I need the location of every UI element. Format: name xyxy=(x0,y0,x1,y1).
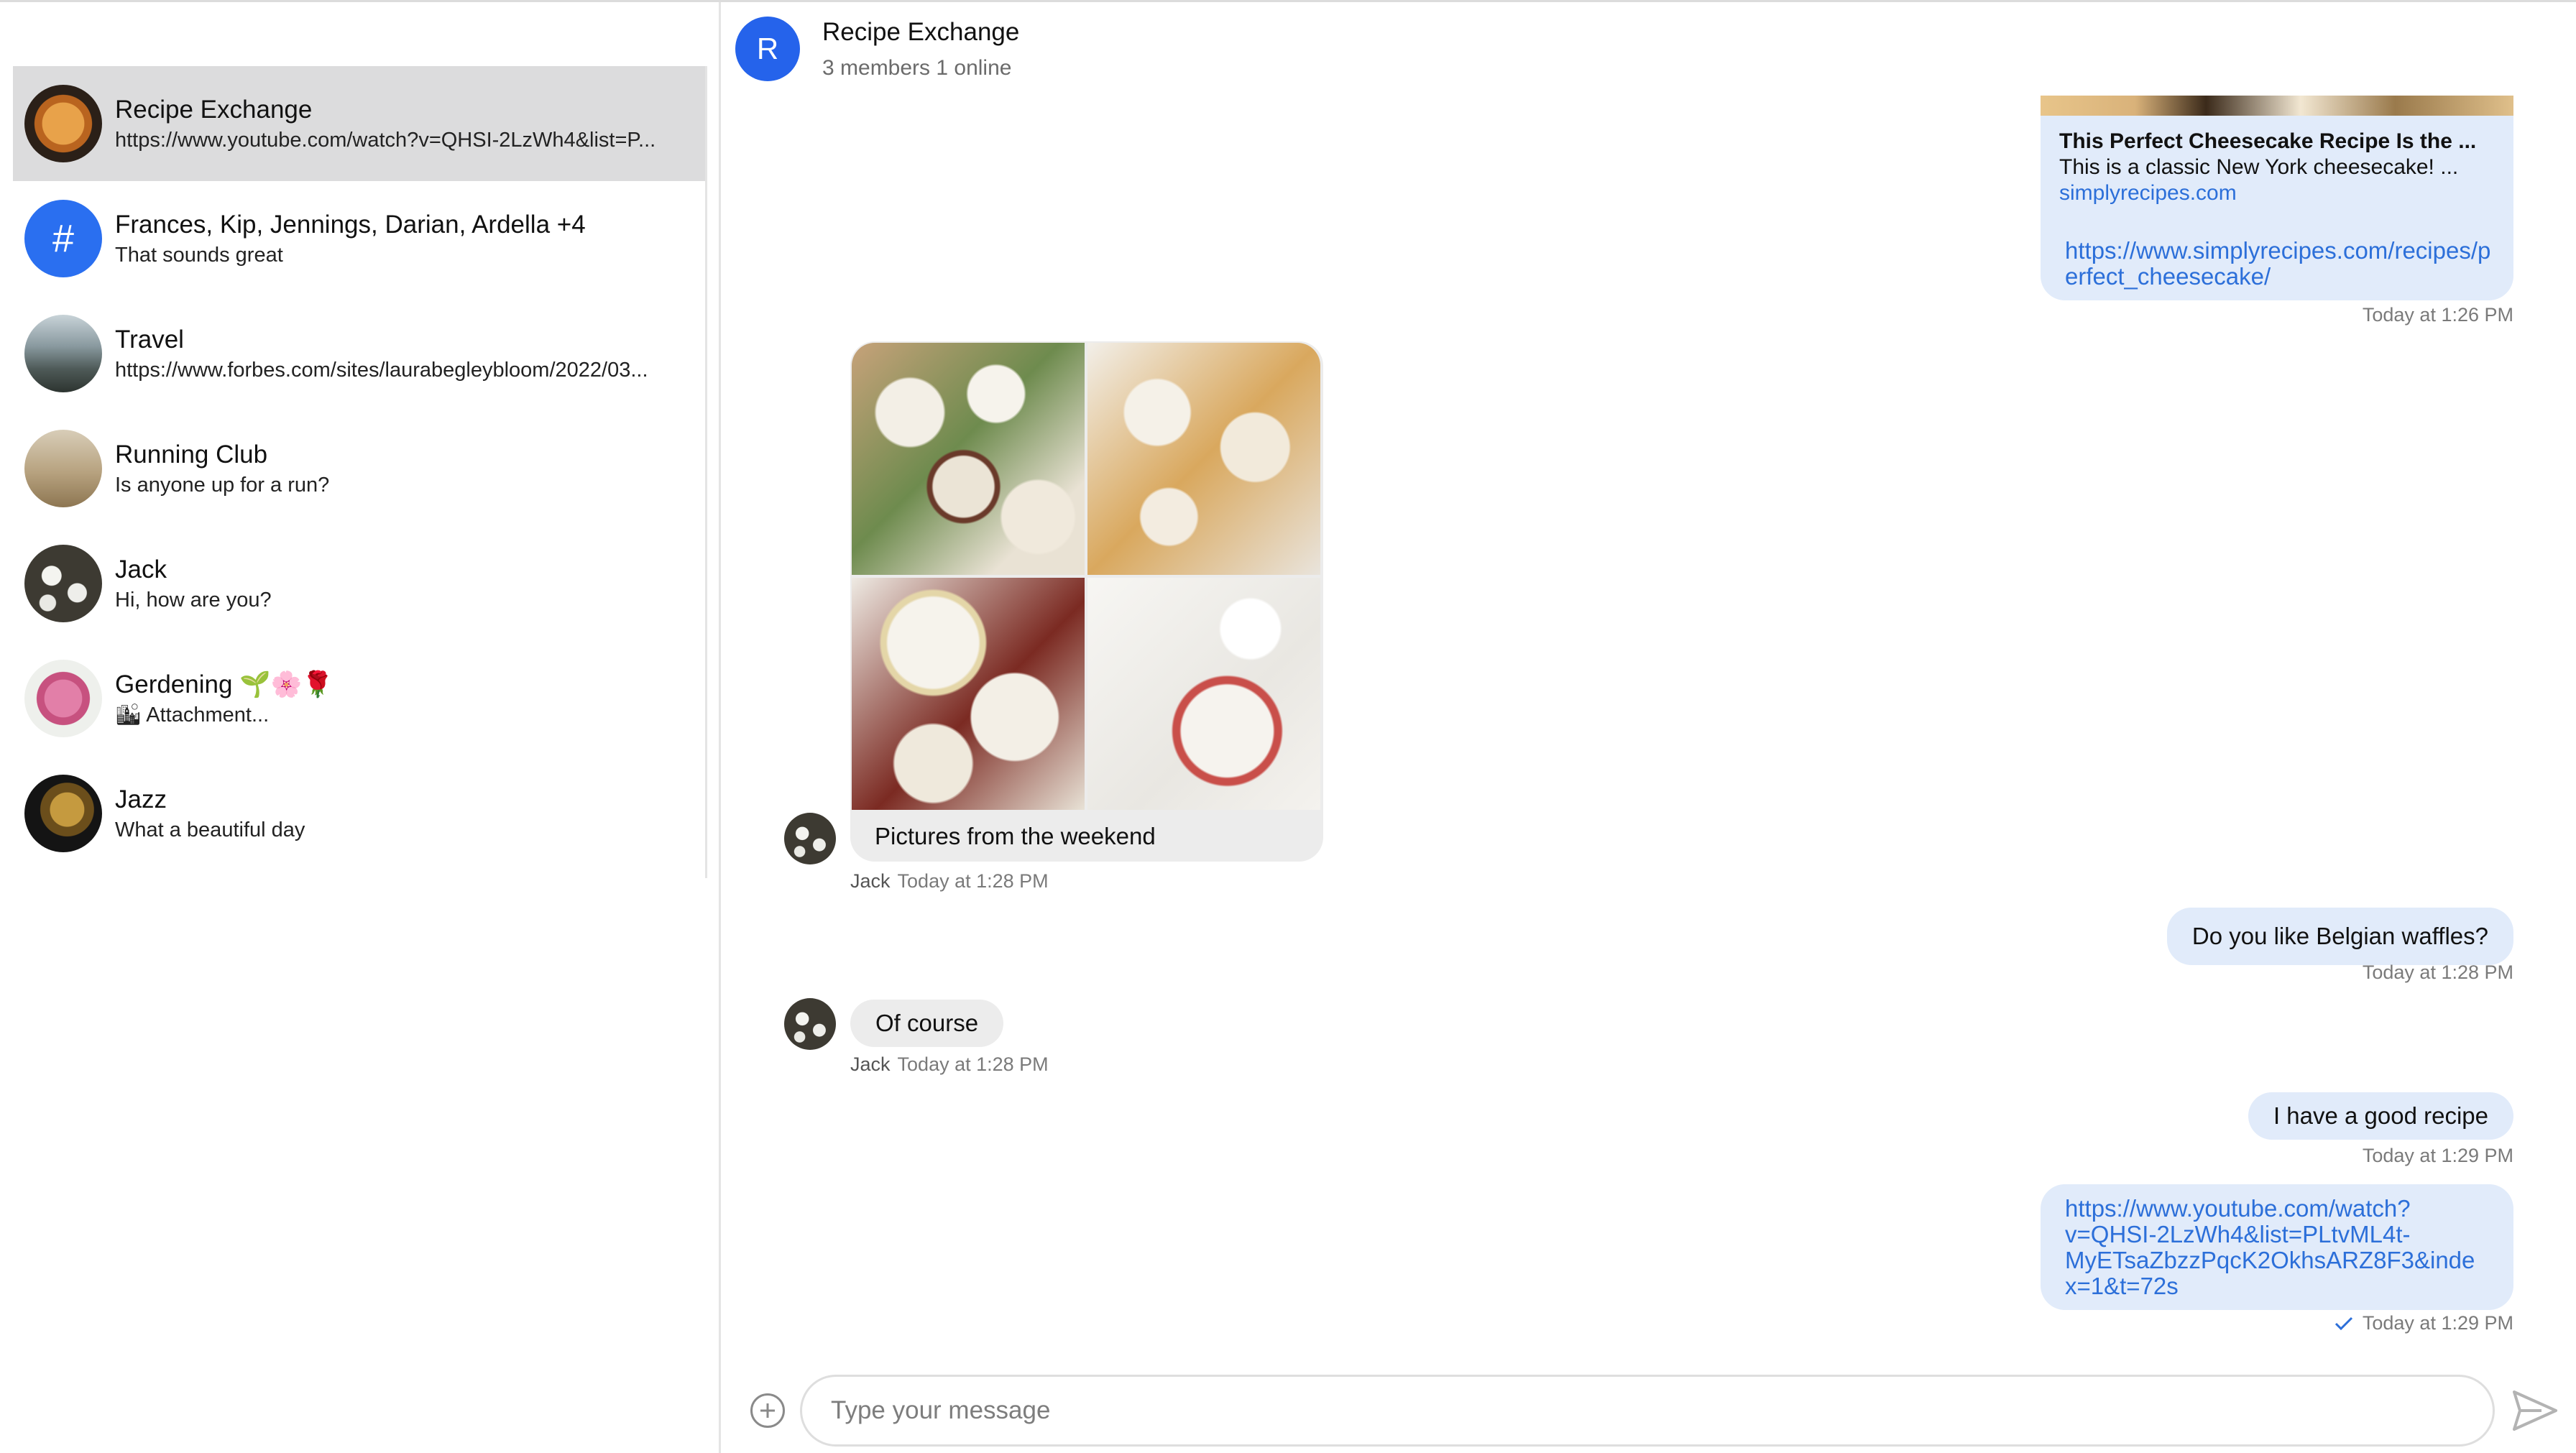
channel-title: Recipe Exchange xyxy=(822,18,1020,46)
channel-name: Running Club xyxy=(115,440,268,469)
channel-item-jazz[interactable]: Jazz What a beautiful day xyxy=(13,756,705,871)
channel-avatar xyxy=(24,545,102,622)
link-preview-site[interactable]: simplyrecipes.com xyxy=(2059,181,2237,206)
message-author[interactable]: Jack xyxy=(850,1053,891,1075)
link-message[interactable]: https://www.youtube.com/watch? v=QHSI-2L… xyxy=(2041,1184,2513,1310)
link-preview-description: This is a classic New York cheesecake! .… xyxy=(2059,155,2459,179)
channel-preview: That sounds great xyxy=(115,244,283,267)
channel-avatar xyxy=(24,315,102,392)
hash-icon: # xyxy=(24,200,102,277)
channel-item-jack[interactable]: Jack Hi, how are you? xyxy=(13,526,705,641)
channel-avatar xyxy=(24,430,102,507)
channel-sidebar: Recipe Exchange https://www.youtube.com/… xyxy=(0,2,721,1453)
message-link[interactable]: https://www.youtube.com/watch? v=QHSI-2L… xyxy=(2065,1196,2492,1299)
image-gallery[interactable] xyxy=(852,343,1320,810)
member-count: 3 members 1 online xyxy=(822,56,1012,80)
send-icon[interactable] xyxy=(2510,1386,2559,1435)
check-icon xyxy=(2334,1316,2352,1330)
chat-header: R Recipe Exchange 3 members 1 online xyxy=(721,2,2576,96)
gallery-image[interactable] xyxy=(852,343,1085,575)
message-bubble[interactable]: I have a good recipe xyxy=(2248,1092,2513,1140)
link-preview-message[interactable]: This Perfect Cheesecake Recipe Is the ..… xyxy=(2041,96,2513,300)
channel-name: Gerdening 🌱🌸🌹 xyxy=(115,670,334,698)
message-list[interactable]: This Perfect Cheesecake Recipe Is the ..… xyxy=(721,96,2576,1339)
message-input[interactable] xyxy=(800,1375,2495,1447)
channel-name: Frances, Kip, Jennings, Darian, Ardella … xyxy=(115,211,586,239)
message-bubble[interactable]: Of course xyxy=(850,1000,1004,1047)
gallery-image[interactable] xyxy=(1087,578,1320,810)
channel-item-group[interactable]: # Frances, Kip, Jennings, Darian, Ardell… xyxy=(13,181,705,296)
avatar[interactable] xyxy=(784,998,836,1050)
message-author[interactable]: Jack xyxy=(850,870,891,892)
plus-circle-icon[interactable] xyxy=(750,1393,785,1428)
plus-icon xyxy=(760,1403,775,1418)
message-timestamp: Today at 1:28 PM xyxy=(897,870,1049,892)
message-meta: Jack Today at 1:28 PM xyxy=(850,1053,1049,1076)
channel-item-gerdening[interactable]: Gerdening 🌱🌸🌹 🏙 Attachment... xyxy=(13,641,705,756)
message-meta: Today at 1:29 PM xyxy=(2334,1312,2513,1334)
message-timestamp: Today at 1:26 PM xyxy=(2362,304,2513,326)
message-text: Of course xyxy=(875,1010,979,1036)
channel-name: Jack xyxy=(115,555,167,583)
message-text: Do you like Belgian waffles? xyxy=(2191,923,2488,949)
message-timestamp: Today at 1:28 PM xyxy=(897,1053,1049,1075)
channel-item-travel[interactable]: Travel https://www.forbes.com/sites/laur… xyxy=(13,296,705,411)
channel-avatar xyxy=(24,660,102,737)
channel-preview: Is anyone up for a run? xyxy=(115,474,330,497)
channel-item-recipe-exchange[interactable]: Recipe Exchange https://www.youtube.com/… xyxy=(13,66,705,181)
channel-name: Recipe Exchange xyxy=(115,96,313,124)
channel-preview: What a beautiful day xyxy=(115,818,305,841)
message-meta: Jack Today at 1:28 PM xyxy=(850,870,1049,892)
message-timestamp: Today at 1:28 PM xyxy=(2362,961,2513,983)
channel-item-running-club[interactable]: Running Club Is anyone up for a run? xyxy=(13,411,705,526)
avatar[interactable] xyxy=(784,813,836,864)
channel-preview: 🏙 Attachment... xyxy=(115,704,270,726)
message-composer xyxy=(721,1339,2576,1453)
channel-name: Jazz xyxy=(115,785,167,813)
channel-preview: https://www.youtube.com/watch?v=QHSI-2Lz… xyxy=(115,129,656,152)
gallery-image[interactable] xyxy=(852,578,1085,810)
link-preview-image xyxy=(2041,96,2513,116)
message-timestamp: Today at 1:29 PM xyxy=(2362,1312,2513,1334)
gallery-image[interactable] xyxy=(1087,343,1320,575)
channel-avatar xyxy=(24,775,102,852)
channel-preview: https://www.forbes.com/sites/laurabegley… xyxy=(115,359,648,382)
link-preview-title: This Perfect Cheesecake Recipe Is the ..… xyxy=(2059,129,2477,153)
image-gallery-message[interactable]: Pictures from the weekend xyxy=(850,341,1323,862)
channel-name: Travel xyxy=(115,326,184,354)
channel-preview: Hi, how are you? xyxy=(115,589,272,612)
channel-avatar[interactable]: R xyxy=(735,17,800,81)
message-bubble[interactable]: Do you like Belgian waffles? xyxy=(2166,908,2513,965)
message-link[interactable]: https://www.simplyrecipes.com/recipes/pe… xyxy=(2065,238,2496,290)
gallery-caption: Pictures from the weekend xyxy=(875,823,1156,849)
channel-list: Recipe Exchange https://www.youtube.com/… xyxy=(13,66,707,878)
message-timestamp: Today at 1:29 PM xyxy=(2362,1145,2513,1166)
message-text: I have a good recipe xyxy=(2273,1102,2488,1129)
channel-avatar xyxy=(24,85,102,162)
